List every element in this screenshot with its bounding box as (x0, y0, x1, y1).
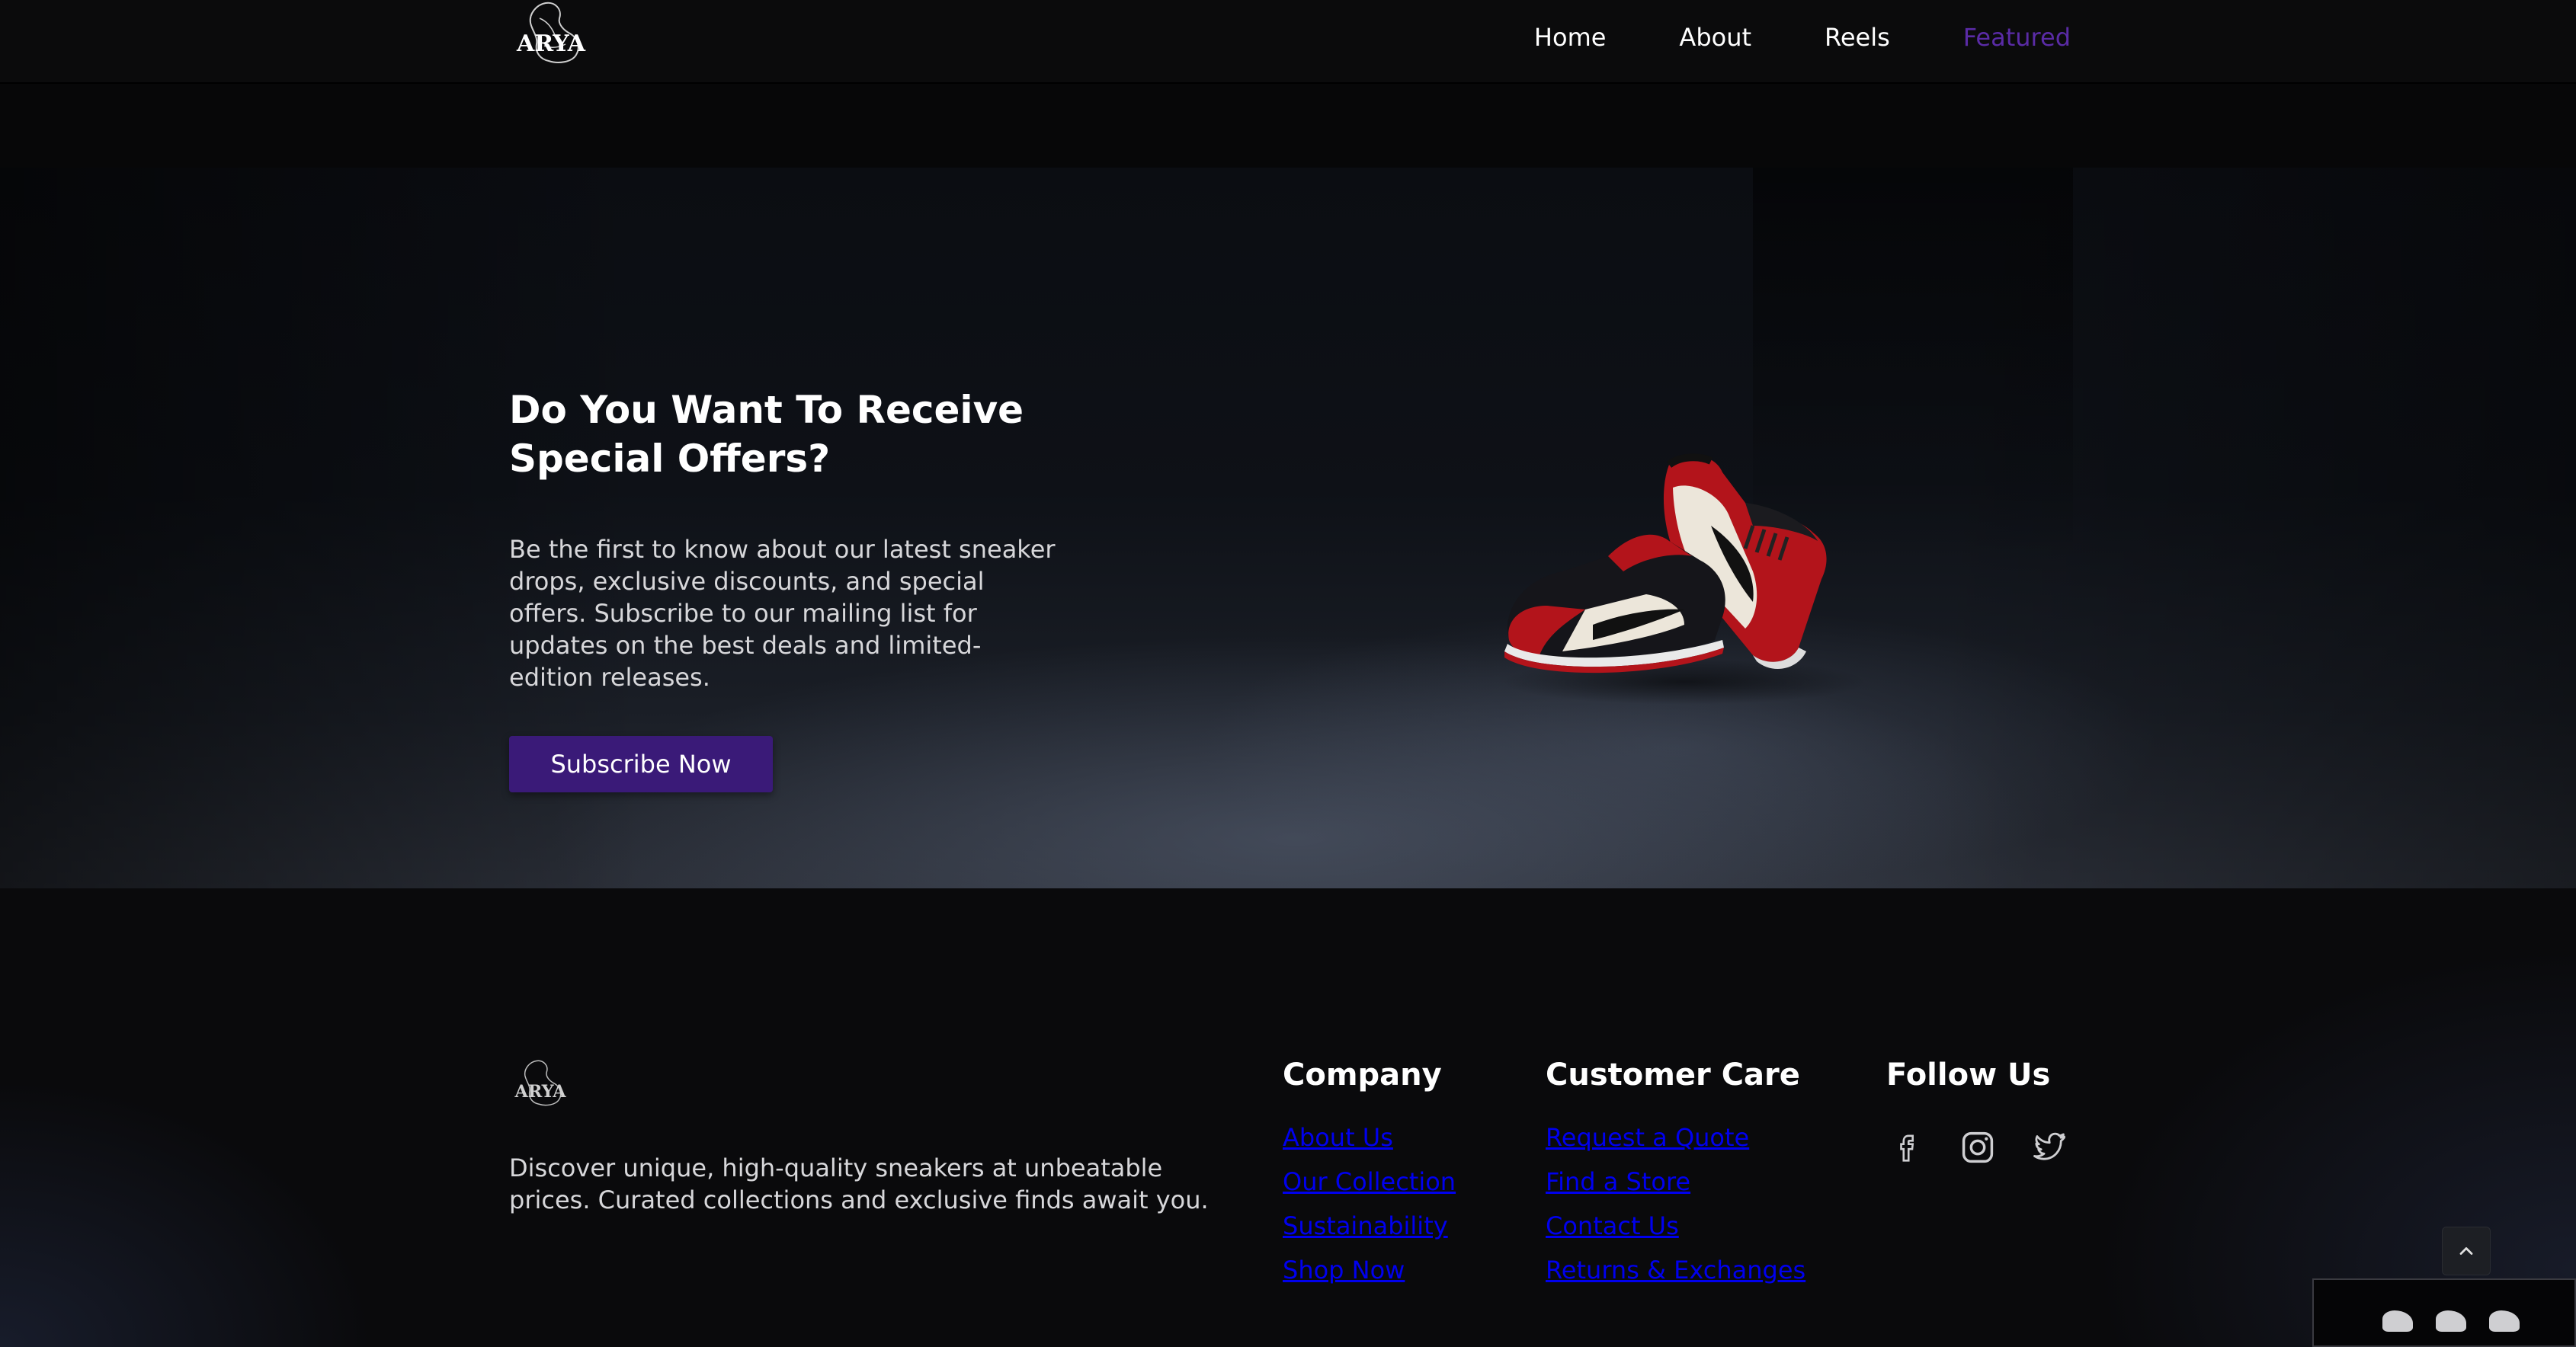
footer-link-returns[interactable]: Returns & Exchanges (1546, 1248, 1805, 1292)
logo-sneaker-icon: ARYA (514, 1060, 566, 1106)
special-offers-section: Do You Want To Receive Special Offers? B… (0, 168, 2576, 888)
nav-reels[interactable]: Reels (1825, 23, 1890, 52)
chevron-up-icon (2459, 1247, 2473, 1255)
hero-description: Be the first to know about our latest sn… (509, 535, 1056, 692)
nav-featured[interactable]: Featured (1963, 23, 2071, 52)
footer-follow-column: Follow Us (1886, 1057, 2069, 1167)
subscribe-button[interactable]: Subscribe Now (509, 736, 773, 792)
footer-company-column: Company About Us Our Collection Sustaina… (1283, 1057, 1456, 1292)
sneakers-image (1494, 419, 1890, 709)
footer-link-about-us[interactable]: About Us (1283, 1115, 1456, 1160)
nav-home[interactable]: Home (1534, 23, 1607, 52)
social-links (1886, 1128, 2069, 1167)
minimap-thumbnail (2436, 1310, 2466, 1332)
footer-link-find-store[interactable]: Find a Store (1546, 1160, 1805, 1204)
back-to-top-button[interactable] (2442, 1227, 2491, 1275)
arya-logo[interactable]: ARYA (509, 0, 593, 81)
top-navbar: ARYA Home About Reels Featured (0, 0, 2576, 84)
footer-link-our-collection[interactable]: Our Collection (1283, 1160, 1456, 1204)
facebook-icon[interactable] (1886, 1128, 1926, 1167)
page-minimap[interactable] (2312, 1278, 2576, 1347)
customer-care-heading: Customer Care (1546, 1057, 1800, 1093)
footer-customer-care-column: Customer Care Request a Quote Find a Sto… (1546, 1057, 1805, 1292)
logo-sneaker-icon: ARYA (516, 2, 586, 63)
nav-about[interactable]: About (1679, 23, 1751, 52)
twitter-icon[interactable] (2030, 1128, 2069, 1167)
minimap-thumbnail (2382, 1310, 2413, 1332)
site-footer: ARYA Discover unique, high-quality sneak… (0, 888, 2576, 1347)
follow-heading: Follow Us (1886, 1057, 2051, 1093)
footer-link-request-quote[interactable]: Request a Quote (1546, 1115, 1805, 1160)
hero-title: Do You Want To Receive Special Offers? (509, 388, 1024, 481)
instagram-icon[interactable] (1958, 1128, 1998, 1167)
nav-spacer (0, 84, 2576, 168)
svg-text:ARYA: ARYA (516, 30, 586, 57)
nav-links: Home About Reels Featured (1534, 23, 2071, 52)
svg-text:ARYA: ARYA (514, 1082, 566, 1102)
footer-link-sustainability[interactable]: Sustainability (1283, 1204, 1456, 1248)
background-vignette (0, 168, 2576, 888)
footer-description: Discover unique, high-quality sneakers a… (509, 1153, 1209, 1214)
minimap-thumbnail (2489, 1310, 2520, 1332)
footer-logo[interactable]: ARYA (509, 1057, 572, 1120)
company-heading: Company (1283, 1057, 1442, 1093)
footer-link-contact-us[interactable]: Contact Us (1546, 1204, 1805, 1248)
footer-link-shop-now[interactable]: Shop Now (1283, 1248, 1456, 1292)
